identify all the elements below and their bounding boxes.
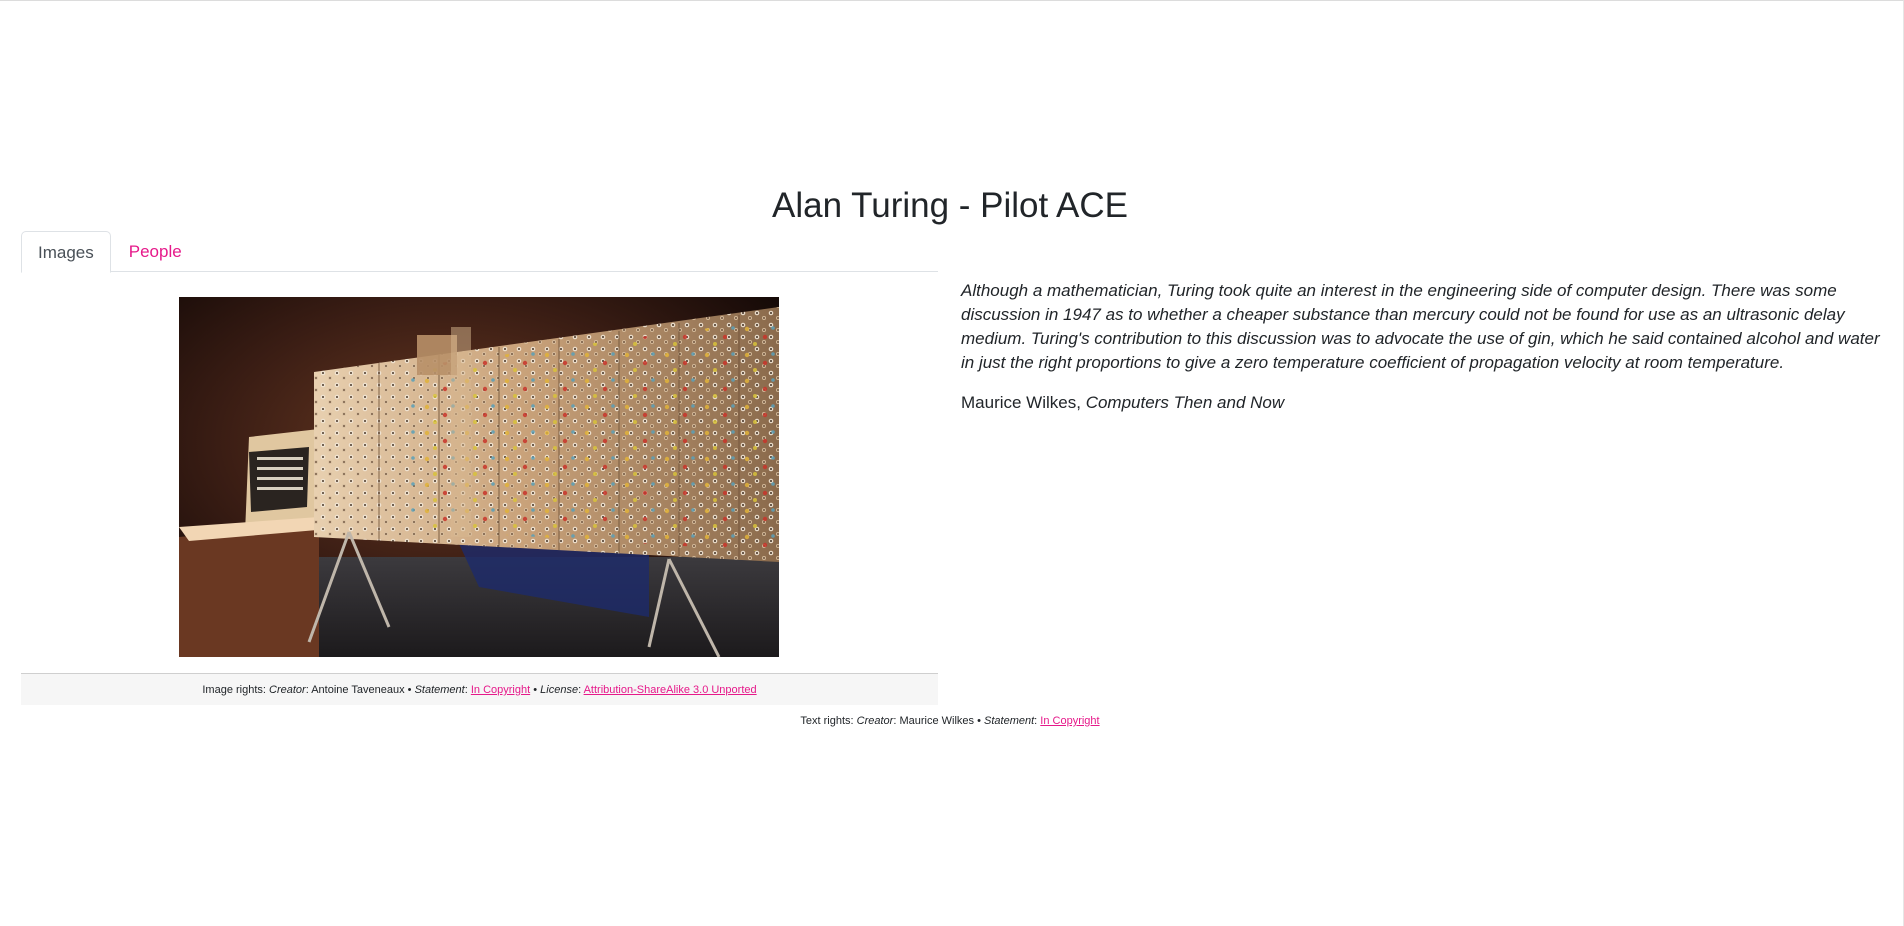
image-creator: Antoine Taveneaux [311, 684, 405, 696]
text-rights: Text rights: Creator: Maurice Wilkes • S… [800, 715, 1100, 727]
image-creator-label: Creator [269, 684, 306, 696]
pilot-ace-photo [179, 297, 779, 657]
tab-people[interactable]: People [111, 231, 200, 272]
quote-attribution: Maurice Wilkes, Computers Then and Now [961, 391, 1284, 415]
text-creator: Maurice Wilkes [899, 715, 975, 727]
image-statement-link[interactable]: In Copyright [471, 684, 530, 696]
text-statement-label: Statement [984, 715, 1035, 727]
page: Alan Turing - Pilot ACE Images People Im… [0, 0, 1904, 926]
quote-text: Although a mathematician, Turing took qu… [961, 281, 1880, 372]
image-license-label: License [540, 684, 579, 696]
image-rights-bar: Image rights: Creator: Antoine Taveneaux… [21, 673, 938, 705]
tab-bar: Images People [21, 231, 938, 273]
tab-images[interactable]: Images [21, 231, 111, 273]
separator: • [533, 684, 538, 696]
text-rights-prefix: Text rights: [800, 715, 854, 727]
image-statement-label: Statement [414, 684, 465, 696]
quote-source: Computers Then and Now [1085, 393, 1285, 412]
image-license-link[interactable]: Attribution-ShareAlike 3.0 Unported [584, 684, 757, 696]
separator: • [407, 684, 412, 696]
text-creator-label: Creator [856, 715, 894, 727]
separator: • [977, 715, 981, 727]
page-title: Alan Turing - Pilot ACE [772, 186, 1128, 225]
pilot-ace-image [179, 297, 779, 657]
quote-author: Maurice Wilkes, [961, 393, 1081, 412]
text-statement-link[interactable]: In Copyright [1040, 715, 1099, 727]
image-rights-prefix: Image rights: [202, 684, 266, 696]
